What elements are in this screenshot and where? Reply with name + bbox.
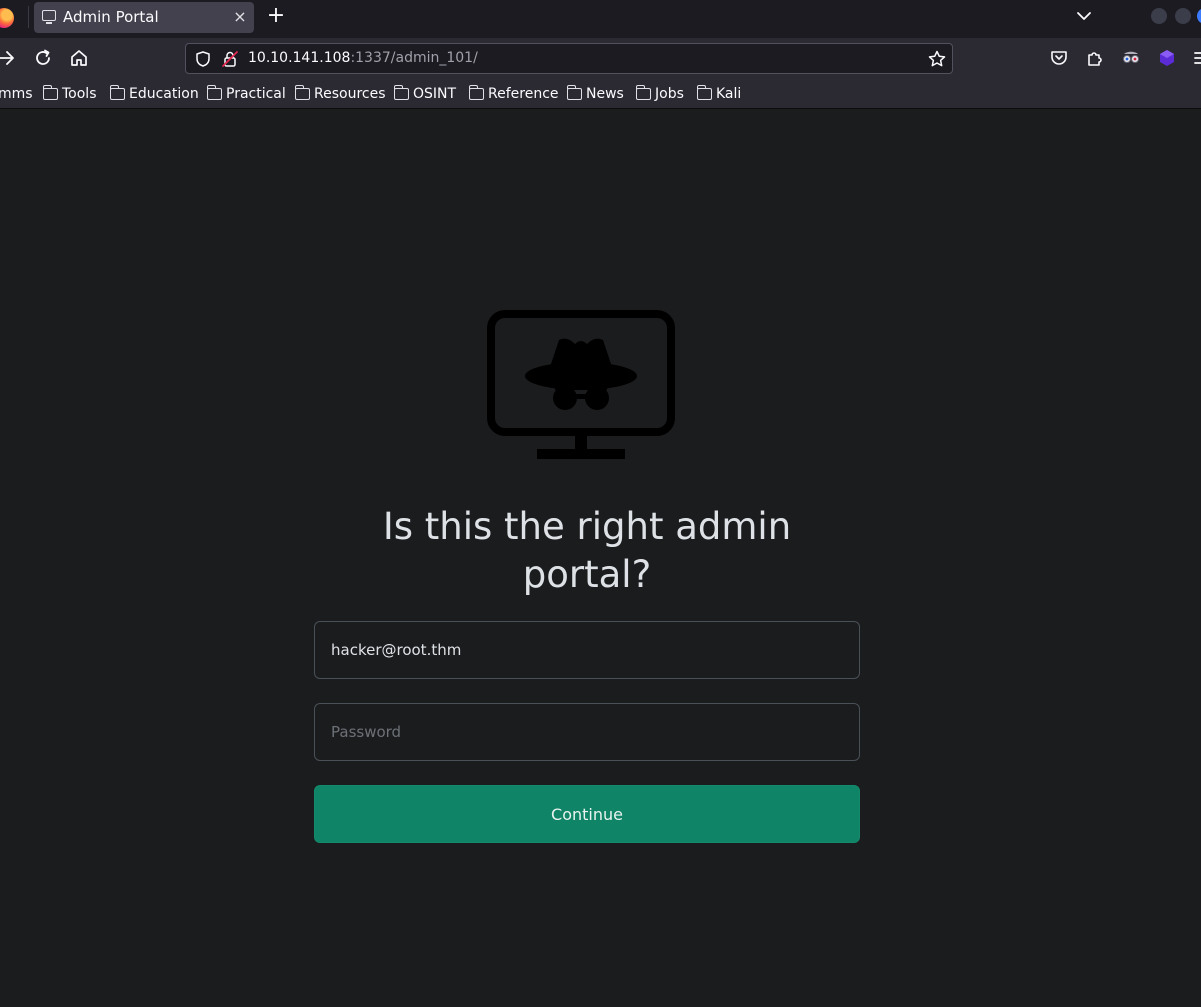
email-field[interactable] [314, 621, 860, 679]
folder-icon [636, 85, 651, 100]
bookmark-folder[interactable]: Kali [697, 84, 741, 104]
extensions-icon[interactable] [1083, 46, 1107, 70]
forward-icon[interactable] [0, 46, 18, 70]
folder-icon [697, 85, 712, 100]
bookmarks-toolbar: mms Tools Education Practical Resources … [0, 78, 1201, 109]
lock-icon[interactable] [221, 50, 239, 68]
folder-icon [469, 85, 484, 100]
folder-icon [295, 85, 310, 100]
folder-icon [43, 85, 58, 100]
folder-icon [567, 85, 582, 100]
tab-admin-portal[interactable]: Admin Portal × [34, 2, 254, 33]
bookmark-folder[interactable]: OSINT [394, 84, 456, 104]
spy-monitor-icon [487, 310, 675, 459]
continue-button[interactable]: Continue [314, 785, 860, 843]
bookmark-label: OSINT [413, 86, 457, 102]
url-bar[interactable]: 10.10.141.108:1337/admin_101/ [185, 43, 953, 74]
close-icon[interactable]: × [231, 7, 249, 27]
window-close-button[interactable] [1197, 8, 1201, 24]
bookmark-label: mms [0, 86, 33, 102]
bookmark-folder[interactable]: Resources [295, 84, 386, 104]
pocket-icon[interactable] [1047, 46, 1071, 70]
folder-icon [207, 85, 222, 100]
bookmark-folder[interactable]: News [567, 84, 624, 104]
plus-icon[interactable]: + [264, 4, 288, 28]
reload-icon[interactable] [31, 46, 55, 70]
url-text[interactable]: 10.10.141.108:1337/admin_101/ [248, 50, 478, 66]
url-host: 10.10.141.108 [248, 50, 351, 66]
url-path: :1337/admin_101/ [350, 50, 478, 66]
chevron-down-icon[interactable] [1072, 4, 1096, 28]
bookmark-folder[interactable]: Education [110, 84, 199, 104]
bookmark-folder[interactable]: Practical [207, 84, 286, 104]
tabstrip-divider [28, 6, 29, 28]
bookmark-item[interactable]: mms [0, 84, 33, 104]
bookmark-label: Practical [226, 86, 286, 102]
bookmark-label: Jobs [655, 86, 684, 102]
shield-icon[interactable] [194, 50, 212, 68]
bookmark-label: Education [129, 86, 199, 102]
firefox-logo-icon[interactable] [0, 8, 14, 28]
folder-icon [110, 85, 125, 100]
star-icon[interactable] [927, 49, 947, 69]
folder-icon [394, 85, 409, 100]
window-maximize-button[interactable] [1175, 8, 1191, 24]
bookmark-label: News [586, 86, 624, 102]
window-minimize-button[interactable] [1151, 8, 1167, 24]
bookmark-folder[interactable]: Jobs [636, 84, 684, 104]
bookmark-label: Resources [314, 86, 386, 102]
tab-title: Admin Portal [63, 8, 159, 26]
page-title: Is this the right admin portal? [382, 505, 792, 596]
bookmark-folder[interactable]: Tools [43, 84, 97, 104]
bookmark-label: Reference [488, 86, 559, 102]
page-content: Is this the right admin portal? Continue [0, 110, 1201, 1007]
extension-glasses-icon[interactable] [1119, 46, 1143, 70]
monitor-icon [42, 10, 56, 24]
password-field[interactable] [314, 703, 860, 761]
tab-strip: Admin Portal × + [0, 0, 1201, 38]
extension-cube-icon[interactable] [1155, 46, 1179, 70]
bookmark-label: Kali [716, 86, 742, 102]
bookmark-folder[interactable]: Reference [469, 84, 559, 104]
home-icon[interactable] [67, 46, 91, 70]
navigation-toolbar: 10.10.141.108:1337/admin_101/ [0, 38, 1201, 78]
menu-icon[interactable] [1190, 46, 1201, 70]
bookmark-label: Tools [62, 86, 97, 102]
